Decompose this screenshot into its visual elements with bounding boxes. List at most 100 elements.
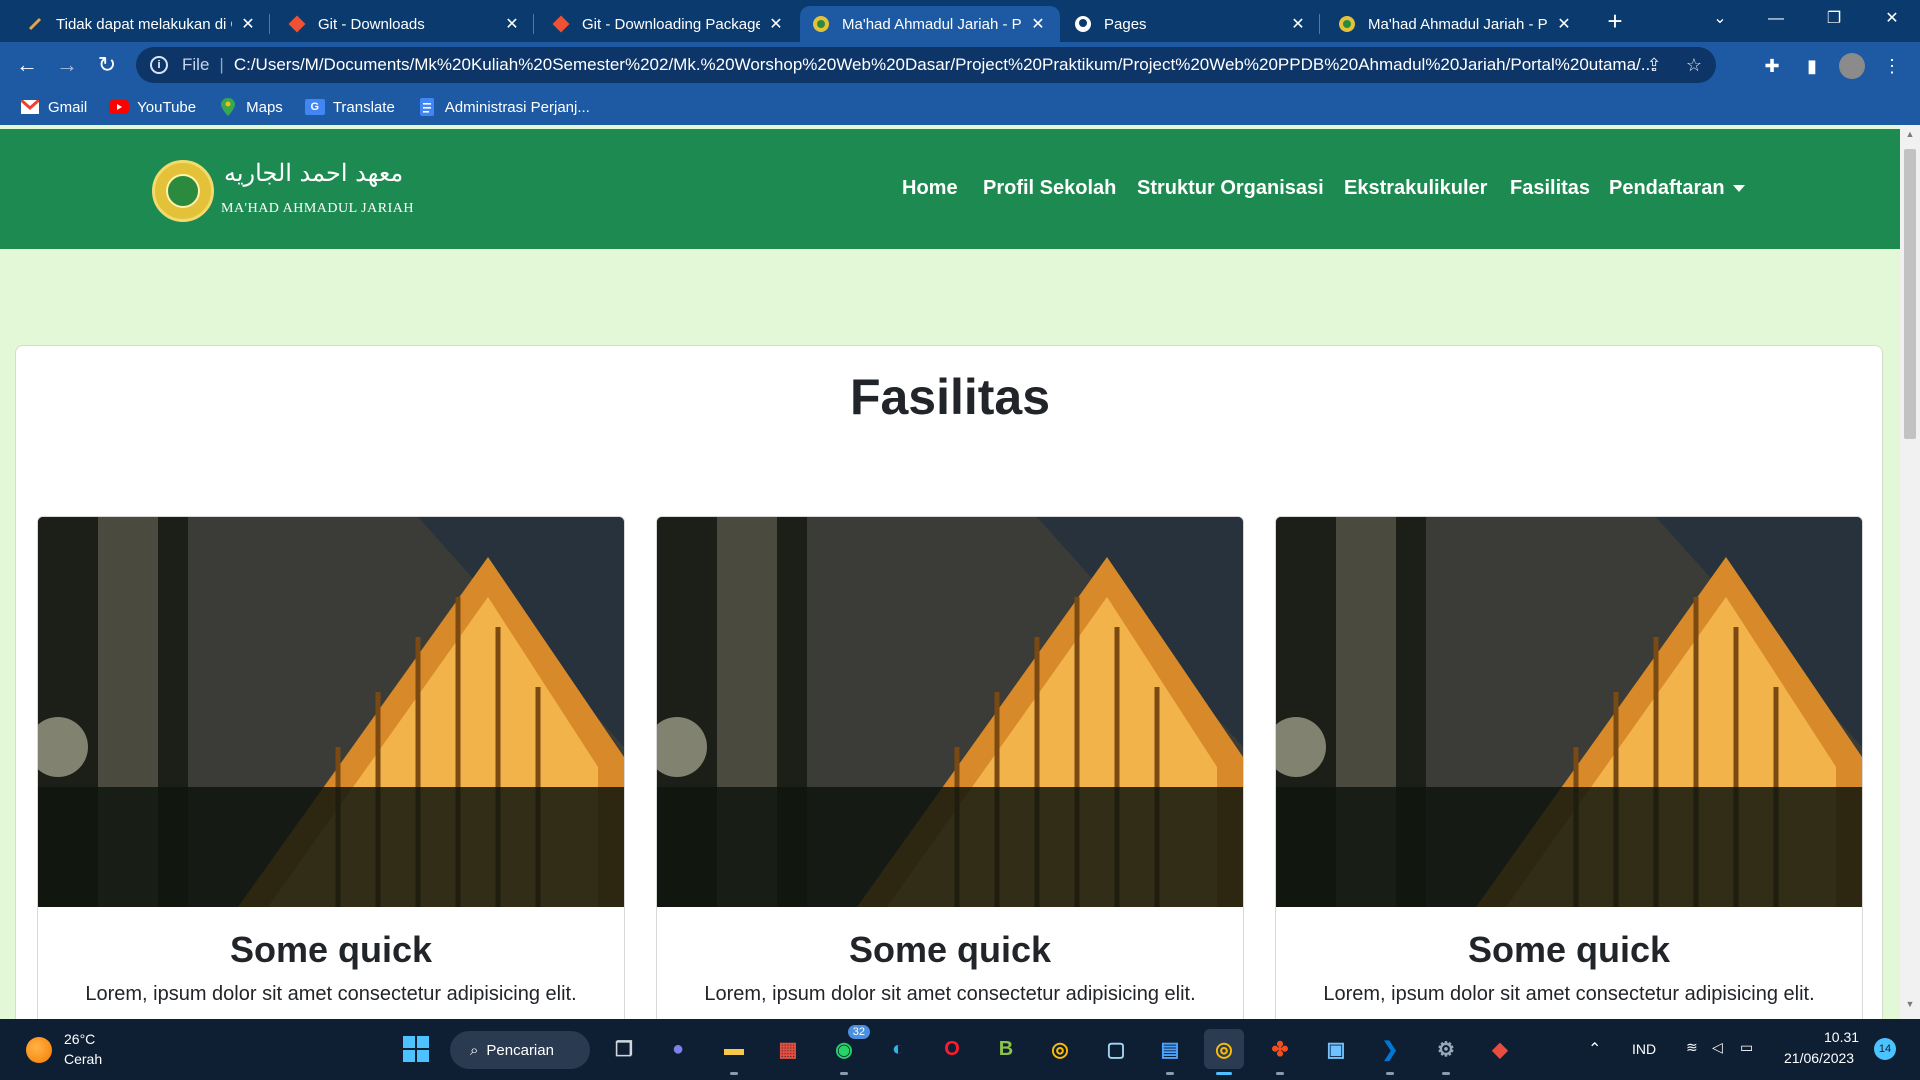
tab-1[interactable]: Tidak dapat melakukan di G ✕	[14, 6, 270, 42]
card-title: Some quick	[1467, 929, 1671, 970]
file-explorer-icon[interactable]: ▬	[714, 1029, 754, 1075]
scheme-label: File	[182, 55, 210, 74]
facility-card: Some quick Lorem, ipsum dolor sit amet c…	[656, 516, 1244, 1019]
brand-arabic[interactable]: معهد احمد الجاريه	[224, 159, 403, 187]
taskbar-search[interactable]: ⌕ Pencarian	[450, 1031, 590, 1069]
weather-condition[interactable]: Cerah	[64, 1051, 102, 1067]
close-icon[interactable]: ✕	[502, 14, 522, 34]
volume-icon[interactable]: ◁	[1712, 1039, 1723, 1056]
opera-icon[interactable]: O	[932, 1029, 972, 1069]
caret-down-icon	[1732, 185, 1745, 193]
tray-chevron-up-icon[interactable]: ⌃	[1588, 1039, 1601, 1059]
section-title: Fasilitas	[849, 369, 1051, 425]
notepad-icon[interactable]: ▤	[1150, 1029, 1190, 1075]
bootstrap-studio-icon[interactable]: B	[986, 1029, 1026, 1069]
photos-icon[interactable]: ▢	[1096, 1029, 1136, 1069]
tab-title: Pages	[1104, 15, 1147, 33]
nav-home[interactable]: Home	[902, 177, 958, 200]
tab-2[interactable]: Git - Downloads ✕	[276, 6, 534, 42]
chrome-active-icon[interactable]: ◎	[1204, 1029, 1244, 1075]
bookmark-youtube[interactable]: YouTube	[109, 99, 196, 116]
weather-temp[interactable]: 26°C	[64, 1031, 95, 1047]
tab-3[interactable]: Git - Downloading Package ✕	[540, 6, 798, 42]
bookmark-translate[interactable]: G Translate	[304, 99, 395, 116]
control-panel-icon[interactable]: ▣	[1316, 1029, 1356, 1069]
close-icon[interactable]: ✕	[1554, 14, 1574, 34]
card-text: Lorem, ipsum dolor sit amet consectetur …	[85, 983, 577, 1005]
nav-ekstrakulikuler[interactable]: Ekstrakulikuler	[1344, 177, 1487, 200]
language-indicator[interactable]: IND	[1632, 1041, 1656, 1057]
address-bar[interactable]: i File | C:/Users/M/Documents/Mk%20Kulia…	[136, 47, 1716, 83]
microsoft-store-icon[interactable]: ▦	[768, 1029, 808, 1069]
bookmarks-bar: Gmail YouTube Maps G Translate Administr…	[0, 89, 1920, 125]
reload-button[interactable]: ↻	[91, 50, 123, 82]
star-icon[interactable]: ☆	[1676, 47, 1712, 83]
minimize-button[interactable]: —	[1748, 0, 1804, 40]
task-view-icon[interactable]: ❐	[604, 1029, 644, 1069]
close-icon[interactable]: ✕	[766, 14, 786, 34]
school-logo[interactable]	[152, 160, 214, 222]
close-icon[interactable]: ✕	[1288, 14, 1308, 34]
battery-icon[interactable]: ▭	[1740, 1039, 1753, 1056]
share-icon[interactable]: ⇪	[1636, 47, 1672, 83]
nav-fasilitas[interactable]: Fasilitas	[1510, 177, 1590, 200]
whatsapp-icon[interactable]: ◉ 32	[824, 1025, 870, 1075]
clock-date[interactable]: 21/06/2023	[1784, 1050, 1854, 1066]
document-icon	[26, 15, 44, 33]
card-title: Some quick	[229, 929, 433, 970]
forward-button[interactable]: →	[51, 50, 83, 82]
settings-gear-icon[interactable]: ⚙	[1426, 1029, 1466, 1075]
scrollbar-thumb[interactable]	[1904, 149, 1916, 439]
bookmark-docs[interactable]: Administrasi Perjanj...	[417, 98, 590, 116]
close-icon[interactable]: ✕	[1028, 14, 1048, 34]
wifi-icon[interactable]: ≋	[1686, 1039, 1698, 1056]
scroll-up-icon[interactable]: ▲	[1900, 129, 1920, 145]
card-text: Lorem, ipsum dolor sit amet consectetur …	[704, 983, 1196, 1005]
scroll-down-icon[interactable]: ▼	[1900, 999, 1920, 1015]
facility-image	[657, 517, 1243, 907]
tab-6[interactable]: Ma'had Ahmadul Jariah - Po ✕	[1326, 6, 1586, 42]
weather-sun-icon[interactable]	[26, 1037, 52, 1063]
new-tab-button[interactable]: +	[1599, 6, 1631, 38]
url-text[interactable]: C:/Users/M/Documents/Mk%20Kuliah%20Semes…	[234, 55, 1674, 75]
nav-pendaftaran-dropdown[interactable]: Pendaftaran	[1609, 177, 1745, 200]
page-scrollbar[interactable]: ▲ ▼	[1900, 125, 1920, 1019]
tab-5[interactable]: Pages ✕	[1062, 6, 1320, 42]
page-viewport: معهد احمد الجاريه MA'HAD AHMADUL JARIAH …	[0, 125, 1900, 1019]
edge-icon[interactable]: ◐	[878, 1029, 918, 1069]
nav-struktur-organisasi[interactable]: Struktur Organisasi	[1137, 177, 1324, 200]
side-panel-icon[interactable]: ▮	[1796, 50, 1828, 82]
teams-chat-icon[interactable]: ●	[658, 1029, 698, 1069]
info-icon[interactable]: i	[150, 56, 168, 74]
chrome-icon[interactable]: ◎	[1040, 1029, 1080, 1069]
translate-icon: G	[304, 99, 325, 115]
menu-kebab-icon[interactable]: ⋮	[1876, 50, 1908, 82]
restore-button[interactable]: ❐	[1806, 0, 1862, 40]
clock-time[interactable]: 10.31	[1824, 1029, 1859, 1045]
tab-title: Tidak dapat melakukan di G	[56, 15, 232, 33]
school-logo-icon	[812, 15, 830, 33]
notification-count-badge[interactable]: 14	[1874, 1038, 1896, 1060]
avatar[interactable]	[1836, 50, 1868, 82]
tab-search-chevron-icon[interactable]: ⌄	[1692, 0, 1748, 40]
tab-title: Git - Downloading Package	[582, 15, 760, 33]
tab-4-active[interactable]: Ma'had Ahmadul Jariah - Po ✕	[800, 6, 1060, 42]
tab-strip: Tidak dapat melakukan di G ✕ Git - Downl…	[0, 0, 1920, 42]
windows-start-icon[interactable]	[396, 1029, 436, 1069]
git-gui-icon[interactable]: ◆	[1480, 1029, 1520, 1069]
close-window-button[interactable]: ✕	[1864, 0, 1920, 40]
browser-toolbar: ← → ↻ i File | C:/Users/M/Documents/Mk%2…	[0, 42, 1920, 89]
brand-latin[interactable]: MA'HAD AHMADUL JARIAH	[221, 201, 414, 217]
docs-icon	[417, 98, 437, 116]
extensions-icon[interactable]: ✚	[1756, 50, 1788, 82]
figma-icon[interactable]: ✤	[1260, 1029, 1300, 1075]
bookmark-gmail[interactable]: Gmail	[20, 99, 87, 116]
close-icon[interactable]: ✕	[238, 14, 258, 34]
tab-title: Ma'had Ahmadul Jariah - Po	[842, 15, 1022, 33]
notification-badge: 32	[847, 1025, 870, 1039]
nav-profil-sekolah[interactable]: Profil Sekolah	[983, 177, 1116, 200]
vscode-icon[interactable]: ❯	[1370, 1029, 1410, 1075]
bookmark-maps[interactable]: Maps	[218, 98, 283, 116]
facility-card: Some quick Lorem, ipsum dolor sit amet c…	[37, 516, 625, 1019]
back-button[interactable]: ←	[11, 50, 43, 82]
